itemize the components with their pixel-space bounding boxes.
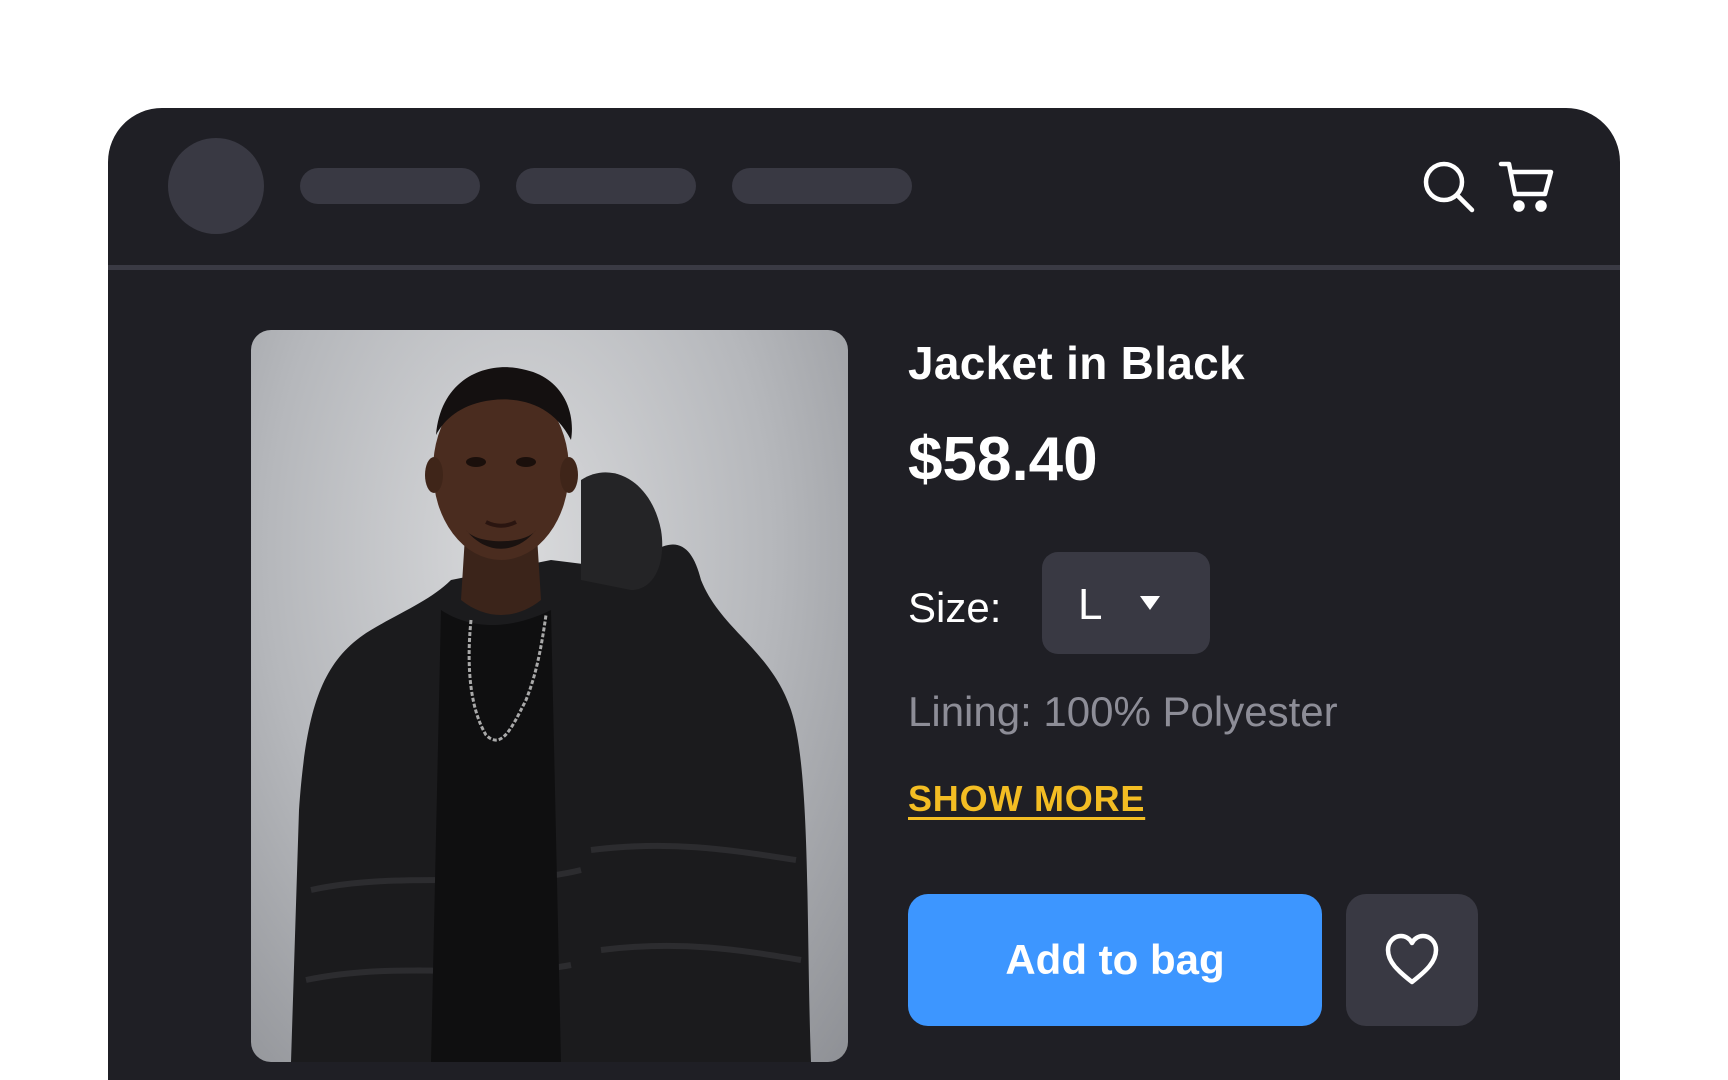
size-selected-value: L (1078, 580, 1103, 629)
caret-down-icon (1140, 596, 1160, 610)
nav-placeholder-3[interactable] (732, 168, 912, 204)
nav-placeholder-1[interactable] (300, 168, 480, 204)
navbar-divider (108, 265, 1620, 270)
heart-icon (1385, 933, 1439, 985)
wishlist-button[interactable] (1346, 894, 1478, 1026)
show-more-link[interactable]: SHOW MORE (908, 778, 1145, 820)
cart-icon[interactable] (1498, 158, 1556, 216)
nav-placeholder-2[interactable] (516, 168, 696, 204)
size-label: Size: (908, 584, 1002, 631)
product-price: $58.40 (908, 425, 1098, 494)
lining-info: Lining: 100% Polyester (908, 688, 1338, 735)
add-to-bag-button[interactable]: Add to bag (908, 894, 1322, 1026)
product-title: Jacket in Black (908, 337, 1245, 389)
app-window: Jacket in Black $58.40 Size: L Lining: 1… (108, 108, 1620, 1080)
search-icon[interactable] (1420, 158, 1478, 216)
avatar[interactable] (168, 138, 264, 234)
size-dropdown[interactable]: L (1042, 552, 1210, 654)
top-navbar (108, 108, 1620, 266)
product-image[interactable] (251, 330, 848, 1062)
